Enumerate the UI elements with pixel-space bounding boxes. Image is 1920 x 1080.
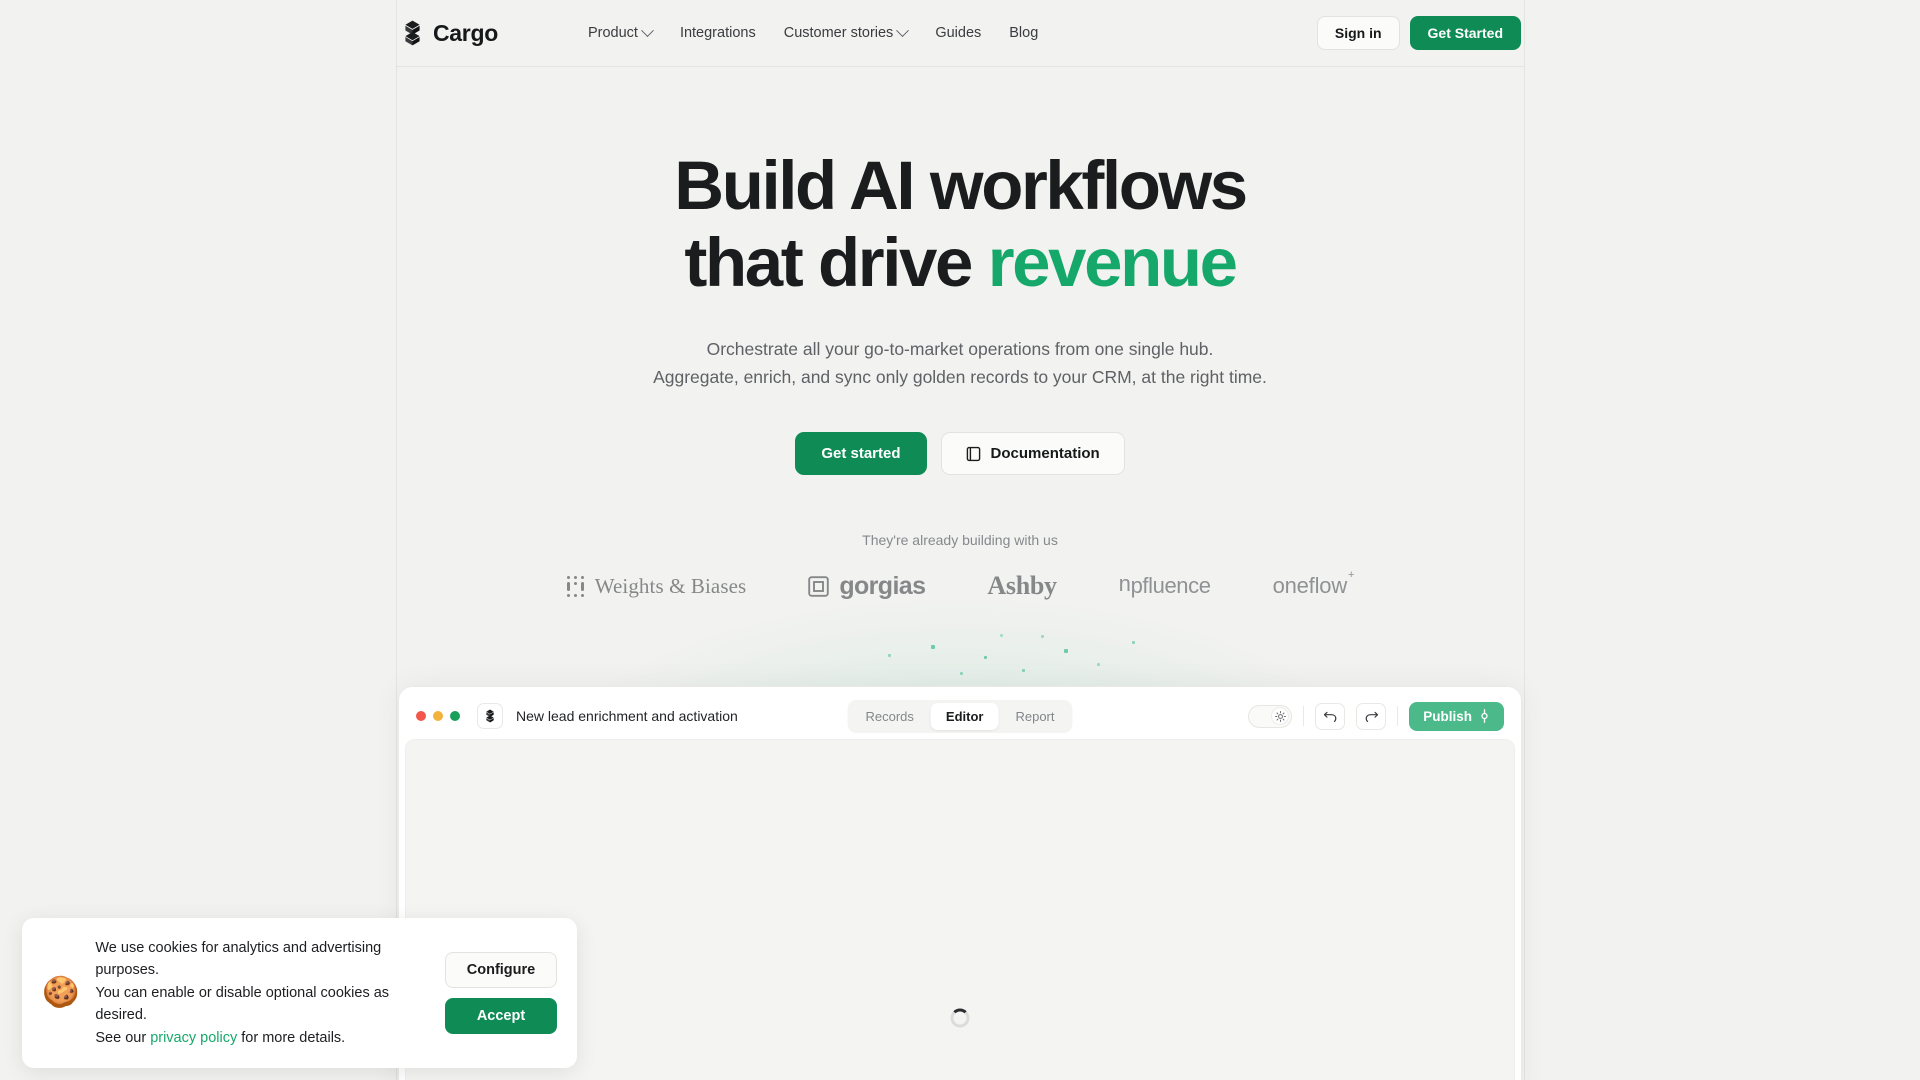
app-icon-button[interactable]	[477, 703, 503, 729]
toggle-vertical-icon	[1481, 709, 1488, 723]
publish-button[interactable]: Publish	[1409, 701, 1504, 731]
glow-particle	[888, 654, 891, 657]
get-started-button[interactable]: Get Started	[1409, 16, 1521, 50]
app-tab-group: Records Editor Report	[847, 699, 1073, 733]
logo-label-upfluence: upfluence	[1118, 573, 1211, 600]
site-header: Cargo Product Integrations Customer stor…	[396, 0, 1524, 67]
square-duplicate-icon	[808, 575, 830, 597]
page-root: Cargo Product Integrations Customer stor…	[0, 0, 1920, 1080]
nav-item-guides[interactable]: Guides	[935, 25, 981, 41]
hero-subtitle: Orchestrate all your go-to-market operat…	[396, 335, 1524, 392]
headline-accent-word: revenue	[987, 224, 1238, 302]
brand-name: Cargo	[433, 19, 498, 46]
logo-weights-and-biases: Weights & Biases	[566, 573, 747, 599]
undo-arrow-icon	[1323, 711, 1337, 723]
nav-label-guides: Guides	[935, 25, 982, 41]
sun-icon	[1274, 710, 1286, 722]
window-close-icon[interactable]	[416, 711, 426, 721]
nav-label-integrations: Integrations	[679, 25, 756, 41]
documentation-label: Documentation	[990, 445, 1100, 463]
hero-get-started-button[interactable]: Get started	[795, 432, 927, 476]
glow-particle	[931, 645, 935, 649]
cargo-stack-icon	[486, 709, 494, 723]
cookie-message: We use cookies for analytics and adverti…	[95, 937, 429, 1049]
privacy-policy-link[interactable]: privacy policy	[150, 1030, 237, 1046]
app-toolbar-actions: Publish	[1248, 701, 1504, 731]
glow-particle	[1132, 641, 1135, 644]
book-icon	[966, 446, 980, 461]
customer-logo-strip: Weights & Biases gorgias Ashby upfluence…	[396, 568, 1524, 601]
app-titlebar: New lead enrichment and activation Recor…	[405, 693, 1515, 739]
logo-gorgias: gorgias	[808, 571, 926, 601]
nav-item-customer-stories[interactable]: Customer stories	[783, 23, 910, 41]
nav-label-product: Product	[587, 25, 638, 41]
brand-logo[interactable]: Cargo	[401, 20, 498, 47]
glow-particle	[1064, 649, 1068, 653]
cookie-icon: 🍪	[42, 975, 80, 1009]
glow-particle	[1041, 635, 1044, 638]
glow-particle	[984, 656, 987, 659]
hero-cta-row: Get started Documentation	[396, 432, 1524, 476]
main-nav: Product Integrations Customer stories Gu…	[587, 23, 1038, 41]
cookie-consent-banner: 🍪 We use cookies for analytics and adver…	[22, 917, 577, 1068]
subtitle-line-1: Orchestrate all your go-to-market operat…	[706, 338, 1214, 359]
cookie-configure-button[interactable]: Configure	[445, 951, 557, 988]
window-minimize-icon[interactable]	[433, 711, 443, 721]
hero-documentation-button[interactable]: Documentation	[940, 432, 1125, 476]
nav-item-product[interactable]: Product	[587, 23, 654, 41]
redo-button[interactable]	[1356, 702, 1387, 730]
sign-in-button[interactable]: Sign in	[1316, 16, 1400, 50]
cookie-line-3-prefix: See our	[95, 1029, 151, 1046]
chevron-down-icon	[641, 23, 654, 37]
glow-particle	[1097, 663, 1100, 666]
logo-oneflow: oneflow+	[1272, 568, 1355, 599]
subtitle-line-2: Aggregate, enrich, and sync only golden …	[653, 366, 1267, 387]
cookie-actions: Configure Accept	[445, 951, 557, 1034]
theme-toggle-switch[interactable]	[1248, 704, 1293, 728]
toolbar-divider	[1303, 706, 1305, 726]
nav-label-blog: Blog	[1009, 25, 1039, 41]
chevron-down-icon	[896, 23, 910, 37]
nav-label-customer-stories: Customer stories	[783, 25, 894, 41]
cookie-line-3-suffix: for more details.	[237, 1029, 346, 1046]
dot-grid-icon	[566, 575, 585, 597]
cookie-accept-button[interactable]: Accept	[445, 997, 557, 1034]
page-title: Build AI workflows that drive revenue	[396, 147, 1524, 302]
window-maximize-icon[interactable]	[450, 711, 460, 721]
logo-label-ashby: Ashby	[987, 571, 1057, 601]
cargo-stack-icon	[405, 20, 420, 46]
glow-particle	[1022, 669, 1025, 672]
headline-line-2-prefix: that drive	[684, 224, 988, 302]
cookie-line-2: You can enable or disable optional cooki…	[95, 984, 390, 1024]
glow-particle	[1000, 634, 1003, 637]
undo-button[interactable]	[1315, 702, 1346, 730]
logo-label-oneflow: oneflow+	[1272, 568, 1355, 599]
workflow-title[interactable]: New lead enrichment and activation	[516, 708, 738, 724]
logo-upfluence: upfluence	[1119, 573, 1211, 599]
cookie-line-1: We use cookies for analytics and adverti…	[95, 939, 382, 979]
container-rail-right	[1524, 0, 1525, 1080]
window-traffic-lights	[416, 711, 460, 721]
tab-editor[interactable]: Editor	[930, 702, 999, 730]
tab-report[interactable]: Report	[1000, 703, 1069, 730]
redo-arrow-icon	[1365, 711, 1378, 723]
publish-label: Publish	[1423, 708, 1472, 724]
theme-toggle-knob	[1271, 707, 1290, 725]
logo-label-gorgias: gorgias	[839, 571, 926, 600]
header-actions: Sign in Get Started	[1316, 16, 1521, 50]
toolbar-divider	[1397, 706, 1399, 726]
logo-label-weights-and-biases: Weights & Biases	[594, 573, 747, 598]
nav-item-blog[interactable]: Blog	[1009, 25, 1038, 41]
headline-line-1: Build AI workflows	[674, 147, 1248, 224]
loading-spinner-icon	[950, 1008, 970, 1028]
glow-particle	[960, 672, 963, 675]
tab-records[interactable]: Records	[850, 703, 928, 730]
social-proof-label: They're already building with us	[862, 532, 1058, 549]
logo-ashby: Ashby	[987, 571, 1057, 601]
hero-section: Build AI workflows that drive revenue Or…	[396, 67, 1524, 601]
nav-item-integrations[interactable]: Integrations	[680, 25, 756, 41]
